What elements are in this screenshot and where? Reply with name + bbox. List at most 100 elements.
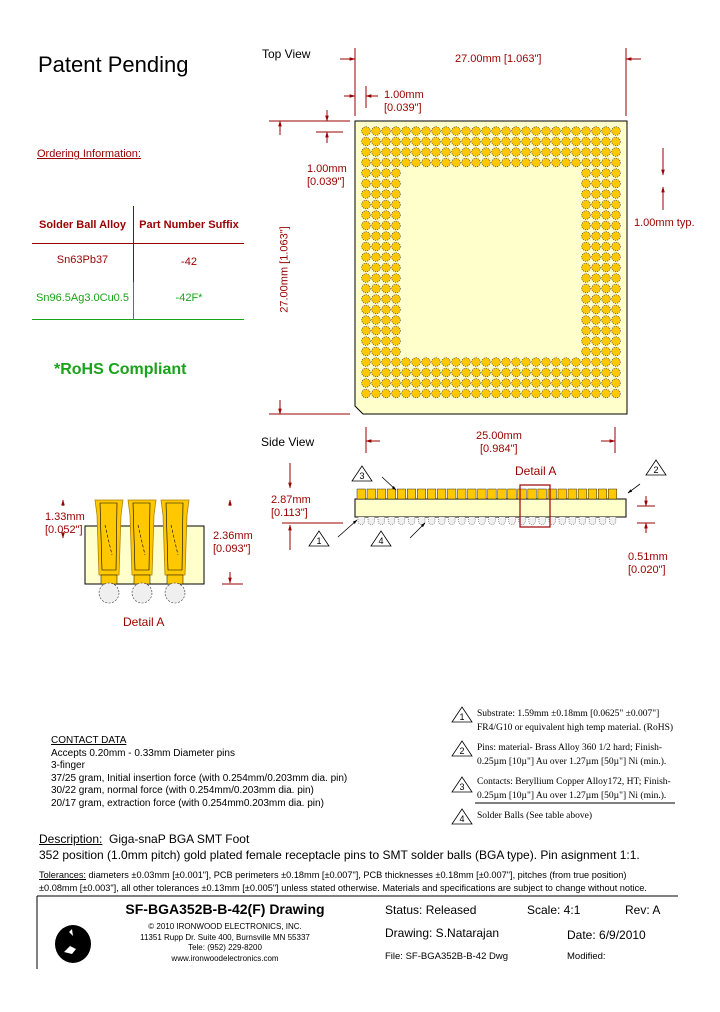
solder-ball: [581, 252, 591, 262]
solder-ball: [461, 388, 471, 399]
tolerances: Tolerances: diameters ±0.03mm [±0.001"],…: [39, 870, 647, 893]
solder-ball: [381, 210, 391, 220]
solder-ball: [511, 157, 521, 168]
solder-ball: [381, 273, 391, 283]
pitch-dimension: 1.00mm typ.: [634, 217, 695, 229]
solder-ball: [581, 157, 591, 168]
solder-ball: [591, 336, 601, 346]
solder-ball: [531, 367, 541, 378]
side-pin: [397, 488, 406, 500]
status: Status: Released: [385, 903, 477, 917]
solder-ball: [481, 357, 491, 367]
solder-ball: [551, 378, 561, 388]
svg-text:4: 4: [459, 814, 464, 824]
solder-ball: [581, 315, 591, 325]
solder-ball: [361, 136, 371, 147]
solder-ball: [411, 378, 421, 388]
solder-ball: [601, 283, 611, 294]
solder-ball: [361, 273, 371, 283]
solder-ball: [441, 367, 451, 378]
solder-ball: [371, 147, 381, 157]
ball-height-dimension: 0.51mm: [628, 551, 668, 563]
solder-ball: [501, 147, 511, 157]
side-pin: [517, 488, 527, 500]
solder-ball: [381, 231, 391, 241]
solder-ball: [611, 199, 621, 210]
edge-offset-y: 1.00mm: [307, 163, 347, 175]
solder-ball: [611, 325, 621, 336]
detail-solder-ball: [131, 582, 153, 604]
solder-ball: [571, 147, 581, 157]
solder-ball: [441, 136, 451, 147]
solder-ball: [471, 136, 481, 147]
solder-ball: [381, 252, 391, 262]
solder-ball: [601, 346, 611, 357]
top-width-dimension: 27.00mm [1.063"]: [455, 53, 542, 65]
solder-ball: [451, 147, 461, 157]
solder-ball: [511, 126, 521, 136]
solder-ball: [601, 273, 611, 283]
side-view-package: [354, 484, 627, 528]
svg-text:2: 2: [653, 465, 658, 475]
solder-ball: [411, 136, 421, 147]
side-pin: [577, 488, 587, 500]
solder-ball: [391, 126, 401, 136]
solder-ball: [521, 157, 531, 168]
scale: Scale: 4:1: [527, 903, 581, 917]
side-solder-ball: [498, 517, 506, 525]
solder-ball: [461, 367, 471, 378]
solder-ball: [391, 388, 401, 399]
solder-ball: [361, 304, 371, 315]
solder-ball: [371, 220, 381, 231]
solder-ball: [371, 189, 381, 199]
solder-ball: [581, 367, 591, 378]
side-solder-ball: [608, 517, 617, 525]
solder-ball: [371, 388, 381, 399]
solder-ball: [591, 294, 601, 304]
solder-ball: [381, 262, 391, 273]
solder-ball: [561, 378, 571, 388]
side-pin: [487, 488, 497, 500]
note-item: Substrate: 1.59mm ±0.18mm [0.0625" ±0.00…: [477, 709, 674, 733]
solder-ball: [371, 304, 381, 315]
solder-ball: [361, 252, 371, 262]
solder-ball: [541, 388, 551, 399]
solder-ball: [601, 325, 611, 336]
solder-ball: [531, 147, 541, 157]
solder-ball: [391, 189, 401, 199]
solder-ball: [391, 304, 401, 315]
solder-ball: [431, 147, 441, 157]
solder-ball: [551, 147, 561, 157]
contact-data-line: 20/17 gram, extraction force (with 0.254…: [51, 797, 324, 809]
solder-ball: [571, 357, 581, 367]
side-pin: [376, 488, 386, 500]
solder-ball: [611, 126, 621, 136]
solder-ball: [611, 220, 621, 231]
solder-ball: [591, 378, 601, 388]
solder-ball: [371, 325, 381, 336]
svg-text:4: 4: [378, 536, 383, 546]
solder-ball: [471, 378, 481, 388]
solder-ball: [531, 126, 541, 136]
solder-ball: [601, 357, 611, 367]
solder-ball: [361, 315, 371, 325]
solder-ball: [611, 336, 621, 346]
edge-offset-x: 1.00mm: [384, 89, 424, 101]
solder-ball: [371, 241, 381, 252]
solder-ball: [551, 136, 561, 147]
side-pin: [587, 488, 597, 500]
solder-ball: [361, 168, 371, 178]
solder-ball: [371, 378, 381, 388]
solder-ball: [581, 325, 591, 336]
solder-ball: [381, 336, 391, 346]
detail-a-callout: Detail A: [515, 464, 557, 478]
solder-ball: [531, 157, 541, 168]
solder-ball: [551, 126, 561, 136]
solder-ball: [491, 157, 501, 168]
solder-ball: [511, 357, 521, 367]
description-label: Description:: [39, 832, 103, 846]
solder-ball: [461, 126, 471, 136]
solder-ball: [601, 189, 611, 199]
solder-ball: [601, 336, 611, 346]
side-solder-ball: [377, 517, 385, 525]
